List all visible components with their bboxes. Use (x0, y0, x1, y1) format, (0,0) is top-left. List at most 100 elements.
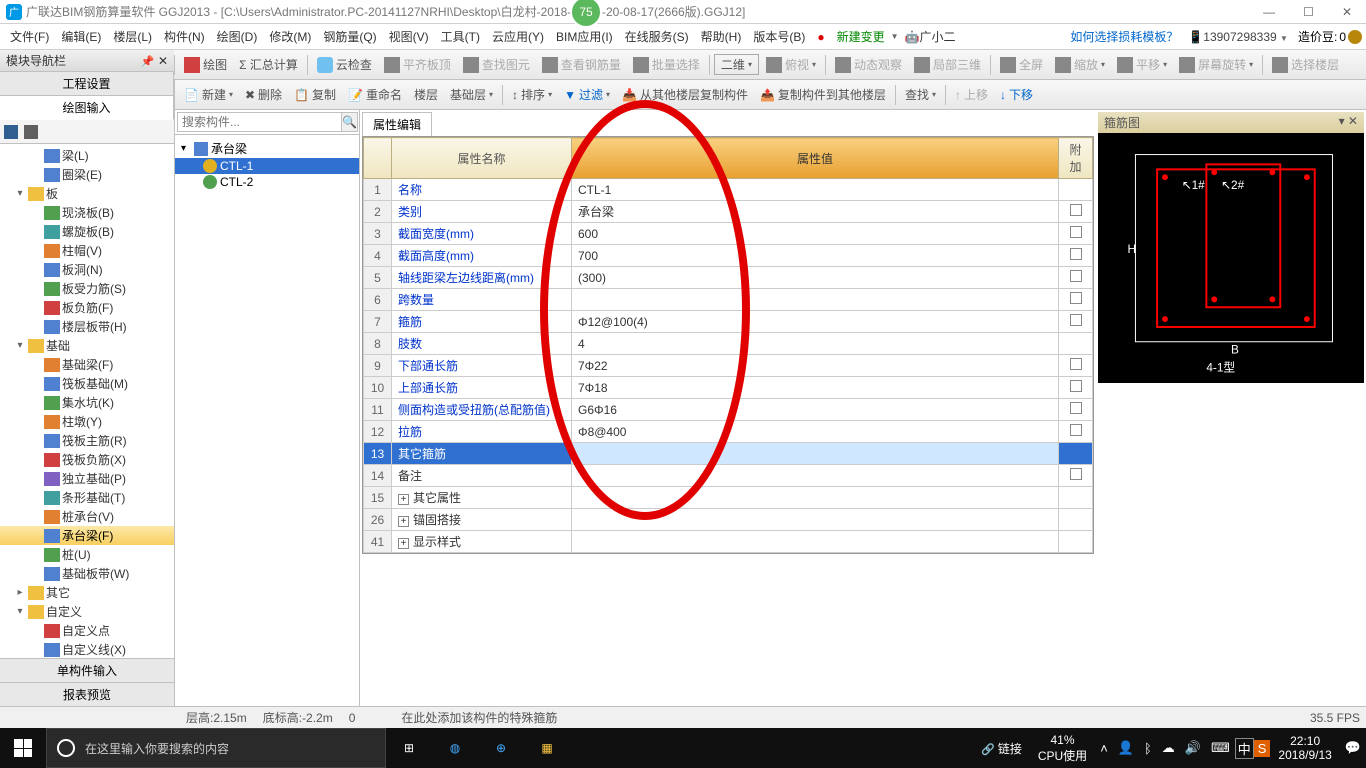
tree-luoxuanban[interactable]: 螺旋板(B) (0, 222, 174, 241)
prop-row[interactable]: 9下部通长筋7Φ22 (364, 355, 1093, 377)
ctb-rename[interactable]: 📝重命名 (343, 84, 407, 105)
menu-cloud[interactable]: 云应用(Y) (486, 28, 550, 45)
tree-zidingyixian[interactable]: 自定义线(X) (0, 640, 174, 658)
taskbar-app-3[interactable]: ▦ (524, 728, 570, 768)
ctb-down[interactable]: ↓下移 (995, 84, 1038, 105)
ctb-new[interactable]: 📄新建▾ (179, 84, 238, 105)
diagram-close-icon[interactable]: ▾ ✕ (1339, 114, 1358, 131)
prop-row[interactable]: 15+其它属性 (364, 487, 1093, 509)
dropdown-icon[interactable]: ▼ (891, 32, 899, 41)
ctb-delete[interactable]: ✖删除 (240, 84, 287, 105)
nav-collapse-icon[interactable] (24, 125, 38, 139)
menu-file[interactable]: 文件(F) (4, 28, 55, 45)
close-button[interactable]: ✕ (1334, 5, 1360, 19)
tb-batch[interactable]: 批量选择 (628, 54, 705, 75)
tree-jichu[interactable]: ▾基础 (0, 336, 174, 355)
nav-expand-icon[interactable] (4, 125, 18, 139)
menu-rebar[interactable]: 钢筋量(Q) (317, 28, 382, 45)
tb-fullscreen[interactable]: 全屏 (995, 54, 1048, 75)
tb-findimg[interactable]: 查找图元 (458, 54, 535, 75)
tree-zhudun[interactable]: 柱墩(Y) (0, 412, 174, 431)
tb-cloudcheck[interactable]: 云检查 (312, 54, 377, 75)
tb-zoom[interactable]: 缩放▾ (1050, 54, 1110, 75)
menu-draw[interactable]: 绘图(D) (211, 28, 264, 45)
ctb-sort[interactable]: ↕排序▾ (507, 84, 557, 105)
tree-fabanjichu[interactable]: 筏板基础(M) (0, 374, 174, 393)
prop-row[interactable]: 3截面宽度(mm)600 (364, 223, 1093, 245)
menu-modify[interactable]: 修改(M) (263, 28, 317, 45)
prop-row[interactable]: 6跨数量 (364, 289, 1093, 311)
prop-row[interactable]: 41+显示样式 (364, 531, 1093, 553)
ctb-floor[interactable]: 楼层 (409, 84, 443, 105)
menu-online[interactable]: 在线服务(S) (619, 28, 695, 45)
tree-loucengbandai[interactable]: 楼层板带(H) (0, 317, 174, 336)
panel-close-icon[interactable]: ✕ (158, 54, 168, 68)
tree-tiaoxingjichu[interactable]: 条形基础(T) (0, 488, 174, 507)
tray-onedrive-icon[interactable]: ☁ (1157, 740, 1180, 756)
tree-jichuliang[interactable]: 基础梁(F) (0, 355, 174, 374)
prop-row[interactable]: 12拉筋Φ8@400 (364, 421, 1093, 443)
taskbar-search[interactable]: 在这里输入你要搜索的内容 (46, 728, 386, 768)
prop-row[interactable]: 10上部通长筋7Φ18 (364, 377, 1093, 399)
tree-zhuang[interactable]: 桩(U) (0, 545, 174, 564)
prop-row[interactable]: 26+锚固搭接 (364, 509, 1093, 531)
tb-pan[interactable]: 平移▾ (1112, 54, 1172, 75)
tray-sogou-icon[interactable]: S (1254, 740, 1271, 757)
taskbar-app-1[interactable]: ◍ (432, 728, 478, 768)
tb-dynamic[interactable]: 动态观察 (830, 54, 907, 75)
prop-row[interactable]: 8肢数4 (364, 333, 1093, 355)
tree-zidingyi[interactable]: ▾自定义 (0, 602, 174, 621)
minimize-button[interactable]: — (1255, 5, 1283, 19)
search-input[interactable] (177, 112, 342, 132)
tree-liang[interactable]: 梁(L) (0, 146, 174, 165)
tray-up-icon[interactable]: ˄ (1095, 741, 1113, 756)
prop-row[interactable]: 1名称CTL-1 (364, 179, 1093, 201)
guangxiaoer-button[interactable]: 🤖广小二 (899, 28, 962, 45)
tree-fabanzhujin[interactable]: 筏板主筋(R) (0, 431, 174, 450)
tab-draw-input[interactable]: 绘图输入 (0, 96, 174, 120)
menu-version[interactable]: 版本号(B) (747, 28, 811, 45)
tree-quanliang[interactable]: 圈梁(E) (0, 165, 174, 184)
tree-zhuangchentai[interactable]: 桩承台(V) (0, 507, 174, 526)
menu-floor[interactable]: 楼层(L) (107, 28, 158, 45)
tray-bluetooth-icon[interactable]: ᛒ (1139, 741, 1157, 756)
task-view-button[interactable]: ⊞ (386, 728, 432, 768)
tree-dulijichu[interactable]: 独立基础(P) (0, 469, 174, 488)
menu-bim[interactable]: BIM应用(I) (550, 28, 619, 45)
ctb-find[interactable]: 查找▾ (900, 84, 941, 105)
start-button[interactable] (0, 728, 46, 768)
menu-tool[interactable]: 工具(T) (435, 28, 486, 45)
ctb-copyfrom[interactable]: 📥从其他楼层复制构件 (617, 84, 753, 105)
search-button[interactable]: 🔍 (342, 112, 358, 132)
ctb-baselayer[interactable]: 基础层▾ (445, 84, 498, 105)
menu-component[interactable]: 构件(N) (158, 28, 211, 45)
list-item-ctl1[interactable]: CTL-1 (175, 158, 359, 174)
tree-banfujin[interactable]: 板负筋(F) (0, 298, 174, 317)
tree-xianjiaoban[interactable]: 现浇板(B) (0, 203, 174, 222)
tree-banshoulijin[interactable]: 板受力筋(S) (0, 279, 174, 298)
prop-row[interactable]: 7箍筋Φ12@100(4) (364, 311, 1093, 333)
tray-keyboard-icon[interactable]: ⌨ (1206, 740, 1235, 756)
prop-row[interactable]: 13其它箍筋 (364, 443, 1093, 465)
tab-project-settings[interactable]: 工程设置 (0, 72, 174, 95)
tb-flat[interactable]: 平齐板顶 (379, 54, 456, 75)
tb-2d[interactable]: 二维 ▾ (714, 54, 759, 75)
tab-property-edit[interactable]: 属性编辑 (362, 112, 432, 136)
tree-qita[interactable]: ▸其它 (0, 583, 174, 602)
pin-icon[interactable]: 📌 (141, 56, 155, 68)
list-root[interactable]: ▾承台梁 (175, 139, 359, 158)
ctb-filter[interactable]: ▼过滤▾ (559, 84, 615, 105)
tree-zhumao[interactable]: 柱帽(V) (0, 241, 174, 260)
menu-view[interactable]: 视图(V) (383, 28, 435, 45)
prop-row[interactable]: 4截面高度(mm)700 (364, 245, 1093, 267)
tb-sum[interactable]: Σ 汇总计算 (234, 54, 303, 75)
bean-counter[interactable]: 造价豆:0 (1298, 28, 1362, 45)
tab-single-input[interactable]: 单构件输入 (0, 658, 174, 682)
tray-people-icon[interactable]: 👤 (1113, 740, 1139, 756)
menu-help[interactable]: 帮助(H) (695, 28, 748, 45)
taskbar-app-2[interactable]: ⊕ (478, 728, 524, 768)
tree-bandong[interactable]: 板洞(N) (0, 260, 174, 279)
tree-chentailiang[interactable]: 承台梁(F) (0, 526, 174, 545)
ctb-up[interactable]: ↑上移 (950, 84, 993, 105)
prop-row[interactable]: 5轴线距梁左边线距离(mm)(300) (364, 267, 1093, 289)
